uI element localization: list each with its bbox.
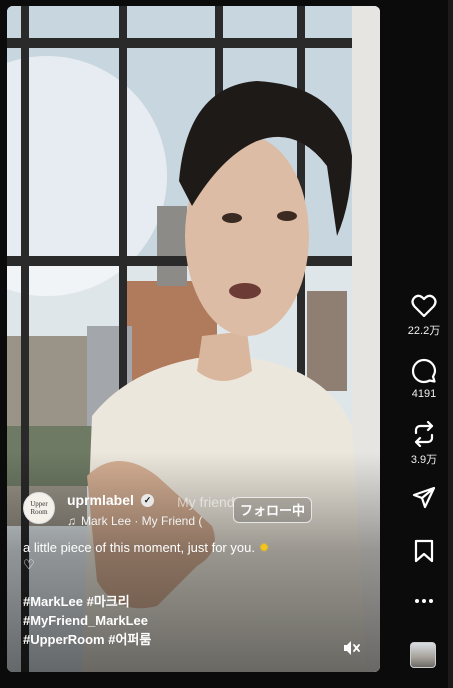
video-player[interactable]: Upper Room uprmlabel ✓ My friend ♫ Mark L… [7, 6, 380, 672]
verified-badge-icon: ✓ [141, 494, 154, 507]
sun-emoji: ✹ [258, 540, 270, 555]
audio-thumbnail[interactable] [410, 642, 436, 668]
mute-icon[interactable] [341, 638, 361, 658]
username-link[interactable]: uprmlabel [67, 492, 134, 508]
comment-icon [411, 358, 437, 384]
avatar-text-room: Room [30, 508, 48, 516]
following-button[interactable]: フォロー中 [233, 497, 313, 523]
caption-text: a little piece of this moment, just for … [23, 540, 255, 555]
like-count: 22.2万 [407, 325, 441, 337]
audio-link[interactable]: ♫ Mark Lee · My Friend ( [67, 514, 202, 528]
more-icon [415, 599, 433, 603]
author-row: Upper Room uprmlabel ✓ My friend ♫ Mark L… [23, 490, 323, 530]
hashtag-line[interactable]: #MyFriend_MarkLee [23, 611, 151, 630]
scrollbar[interactable] [448, 0, 453, 688]
save-action[interactable] [395, 539, 453, 563]
audio-title: Mark Lee · My Friend ( [81, 514, 203, 528]
video-title-overlay: My friend [177, 494, 235, 510]
bookmark-icon [414, 539, 434, 563]
heart-emoji: ♡ [23, 557, 35, 572]
repost-icon [414, 421, 434, 447]
share-action[interactable] [395, 486, 453, 510]
like-action[interactable]: 22.2万 [395, 294, 453, 338]
heart-icon [411, 294, 437, 318]
action-sidebar: 22.2万 4191 3.9万 [395, 0, 453, 688]
comment-action[interactable]: 4191 [395, 358, 453, 400]
share-icon [412, 486, 436, 509]
caption: a little piece of this moment, just for … [23, 539, 323, 573]
hashtag-list: #MarkLee #마크리 #MyFriend_MarkLee #UpperRo… [23, 592, 151, 649]
avatar[interactable]: Upper Room [23, 492, 55, 524]
music-note-icon: ♫ [67, 514, 76, 528]
repost-count: 3.9万 [410, 454, 438, 466]
more-action[interactable] [395, 598, 453, 604]
hashtag-line[interactable]: #UpperRoom #어퍼룸 [23, 630, 151, 649]
avatar-text-upper: Upper [30, 500, 48, 508]
hashtag-line[interactable]: #MarkLee #마크리 [23, 592, 151, 611]
repost-action[interactable]: 3.9万 [395, 421, 453, 467]
comment-count: 4191 [411, 388, 437, 400]
